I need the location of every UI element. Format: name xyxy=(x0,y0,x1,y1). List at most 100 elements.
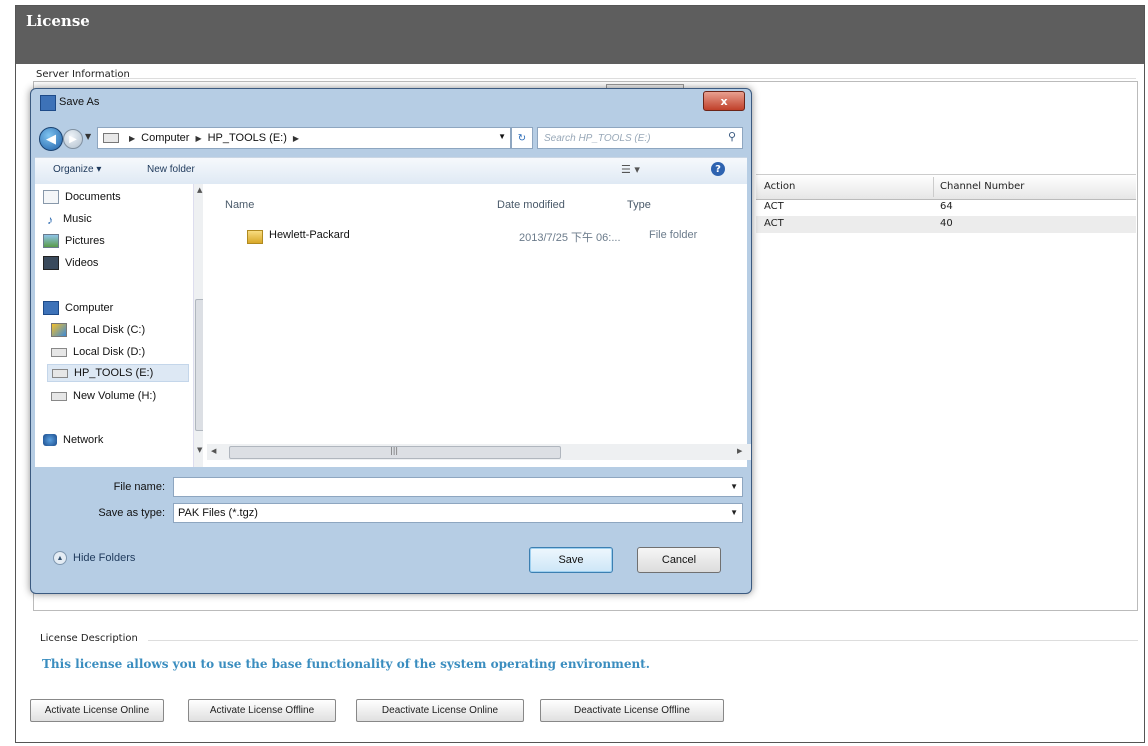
nav-item-label: Music xyxy=(63,213,92,225)
save-as-dialog: Save As x ◀ ▶ ▼ ▶ Computer ▶ HP_TOOLS (E… xyxy=(30,88,752,594)
column-header-type[interactable]: Type xyxy=(627,199,651,211)
scrollbar-thumb[interactable]: ||| xyxy=(229,446,561,459)
deactivate-license-offline-button[interactable]: Deactivate License Offline xyxy=(540,699,724,722)
nav-item-label: Local Disk (C:) xyxy=(73,324,146,336)
pictures-icon xyxy=(43,234,59,248)
header-bar: License xyxy=(16,6,1144,64)
close-icon: x xyxy=(720,94,728,108)
nav-item-videos[interactable]: Videos xyxy=(43,254,98,272)
breadcrumb-arrow-icon[interactable]: ▶ xyxy=(195,134,201,143)
column-header-date-modified[interactable]: Date modified xyxy=(497,199,565,211)
save-form: File name: ▼ Save as type: PAK Files (*.… xyxy=(35,469,747,589)
hide-folders-label: Hide Folders xyxy=(73,552,136,564)
nav-item-new-volume-h[interactable]: New Volume (H:) xyxy=(51,387,156,405)
breadcrumb-hp-tools[interactable]: HP_TOOLS (E:) xyxy=(208,132,287,144)
videos-icon xyxy=(43,256,59,270)
nav-item-documents[interactable]: Documents xyxy=(43,188,121,206)
nav-item-computer[interactable]: Computer xyxy=(43,299,113,317)
search-icon[interactable]: ⚲ xyxy=(728,130,736,143)
license-description-label: License Description xyxy=(40,633,138,644)
save-as-type-label: Save as type: xyxy=(98,507,165,519)
drive-icon xyxy=(52,368,68,378)
table-row[interactable]: ACT 64 xyxy=(756,199,1136,216)
search-input[interactable]: Search HP_TOOLS (E:) ⚲ xyxy=(537,127,743,149)
close-button[interactable]: x xyxy=(703,91,745,111)
scroll-up-icon[interactable]: ▲ xyxy=(197,186,202,194)
music-icon: ♪ xyxy=(47,213,53,227)
organize-menu[interactable]: Organize ▾ xyxy=(53,164,101,175)
cell-channel-number: 64 xyxy=(940,201,953,212)
page-title: License xyxy=(26,12,90,30)
cancel-button[interactable]: Cancel xyxy=(637,547,721,573)
file-date-modified: 2013/7/25 下午 06:... xyxy=(519,232,621,244)
save-button[interactable]: Save xyxy=(529,547,613,573)
activate-license-online-button[interactable]: Activate License Online xyxy=(30,699,164,722)
save-as-type-dropdown-icon[interactable]: ▼ xyxy=(730,508,738,517)
recent-locations-dropdown[interactable]: ▼ xyxy=(85,132,91,141)
hide-folders-toggle[interactable]: ▲ Hide Folders xyxy=(53,551,135,565)
file-type: File folder xyxy=(649,229,698,241)
cell-action: ACT xyxy=(764,201,784,212)
scroll-left-icon[interactable]: ◀ xyxy=(211,447,216,455)
new-folder-button[interactable]: New folder xyxy=(147,164,195,175)
breadcrumb-computer[interactable]: Computer xyxy=(141,132,189,144)
network-icon xyxy=(43,434,57,446)
cell-channel-number: 40 xyxy=(940,218,953,229)
deactivate-license-online-button[interactable]: Deactivate License Online xyxy=(356,699,524,722)
address-dropdown-icon[interactable]: ▼ xyxy=(498,132,506,141)
cell-action: ACT xyxy=(764,218,784,229)
save-as-type-select[interactable]: PAK Files (*.tgz) ▼ xyxy=(173,503,743,523)
nav-item-hp-tools[interactable]: HP_TOOLS (E:) xyxy=(47,364,189,382)
nav-item-label: HP_TOOLS (E:) xyxy=(74,367,154,379)
scrollbar-grip-icon: ||| xyxy=(390,446,399,455)
file-list-pane: Name Date modified Type Hewlett-Packard … xyxy=(203,184,747,467)
table-row[interactable]: ACT 40 xyxy=(756,216,1136,233)
dialog-toolbar: Organize ▾ New folder ☰ ▾ ? xyxy=(35,157,747,185)
nav-item-pictures[interactable]: Pictures xyxy=(43,232,105,250)
file-name-field[interactable]: ▼ xyxy=(173,477,743,497)
nav-item-label: New Volume (H:) xyxy=(73,390,157,402)
dialog-titlebar[interactable]: Save As x xyxy=(31,89,751,119)
nav-item-label: Documents xyxy=(65,191,121,203)
back-arrow-icon: ◀ xyxy=(46,131,56,147)
nav-item-local-disk-c[interactable]: Local Disk (C:) xyxy=(51,321,145,339)
local-disk-icon xyxy=(51,323,67,337)
nav-item-label: Pictures xyxy=(65,235,105,247)
nav-item-label: Videos xyxy=(65,257,99,269)
column-header-action[interactable]: Action xyxy=(764,181,795,192)
file-name: Hewlett-Packard xyxy=(269,229,350,241)
column-separator xyxy=(933,177,934,197)
section-divider xyxy=(148,640,1138,641)
forward-button[interactable]: ▶ xyxy=(63,129,83,149)
change-view-icon[interactable]: ☰ ▾ xyxy=(621,163,640,176)
nav-item-music[interactable]: ♪ Music xyxy=(43,210,92,228)
scroll-right-icon[interactable]: ▶ xyxy=(737,447,742,455)
activate-license-offline-button[interactable]: Activate License Offline xyxy=(188,699,336,722)
nav-item-network[interactable]: Network xyxy=(43,431,103,449)
section-divider xyxy=(116,78,1136,79)
breadcrumb-arrow-icon[interactable]: ▶ xyxy=(293,134,299,143)
collapse-chevron-icon: ▲ xyxy=(53,551,67,565)
file-name-label: File name: xyxy=(113,481,165,493)
nav-item-local-disk-d[interactable]: Local Disk (D:) xyxy=(51,343,145,361)
folder-icon xyxy=(247,230,263,244)
back-button[interactable]: ◀ xyxy=(39,127,63,151)
nav-item-label: Network xyxy=(63,434,104,446)
column-header-name[interactable]: Name xyxy=(225,199,254,211)
navigation-pane: Documents ♪ Music Pictures Videos Comput… xyxy=(35,184,208,467)
file-list-horizontal-scrollbar[interactable]: ◀ ||| ▶ xyxy=(207,444,751,460)
nav-item-label: Computer xyxy=(65,302,114,314)
nav-item-label: Local Disk (D:) xyxy=(73,346,146,358)
save-as-type-value: PAK Files (*.tgz) xyxy=(178,507,258,519)
file-row[interactable]: Hewlett-Packard 2013/7/25 下午 06:... File… xyxy=(225,228,725,246)
breadcrumb-arrow-icon[interactable]: ▶ xyxy=(129,134,135,143)
forward-arrow-icon: ▶ xyxy=(69,133,77,145)
dialog-title: Save As xyxy=(59,96,100,108)
file-name-dropdown-icon[interactable]: ▼ xyxy=(730,482,738,491)
help-icon[interactable]: ? xyxy=(711,162,725,176)
column-header-channel-number[interactable]: Channel Number xyxy=(940,181,1024,192)
refresh-button[interactable]: ↻ xyxy=(511,127,533,149)
scroll-down-icon[interactable]: ▼ xyxy=(197,446,202,454)
address-bar[interactable]: ▶ Computer ▶ HP_TOOLS (E:) ▶ ▼ xyxy=(97,127,511,149)
drive-icon xyxy=(51,347,67,357)
